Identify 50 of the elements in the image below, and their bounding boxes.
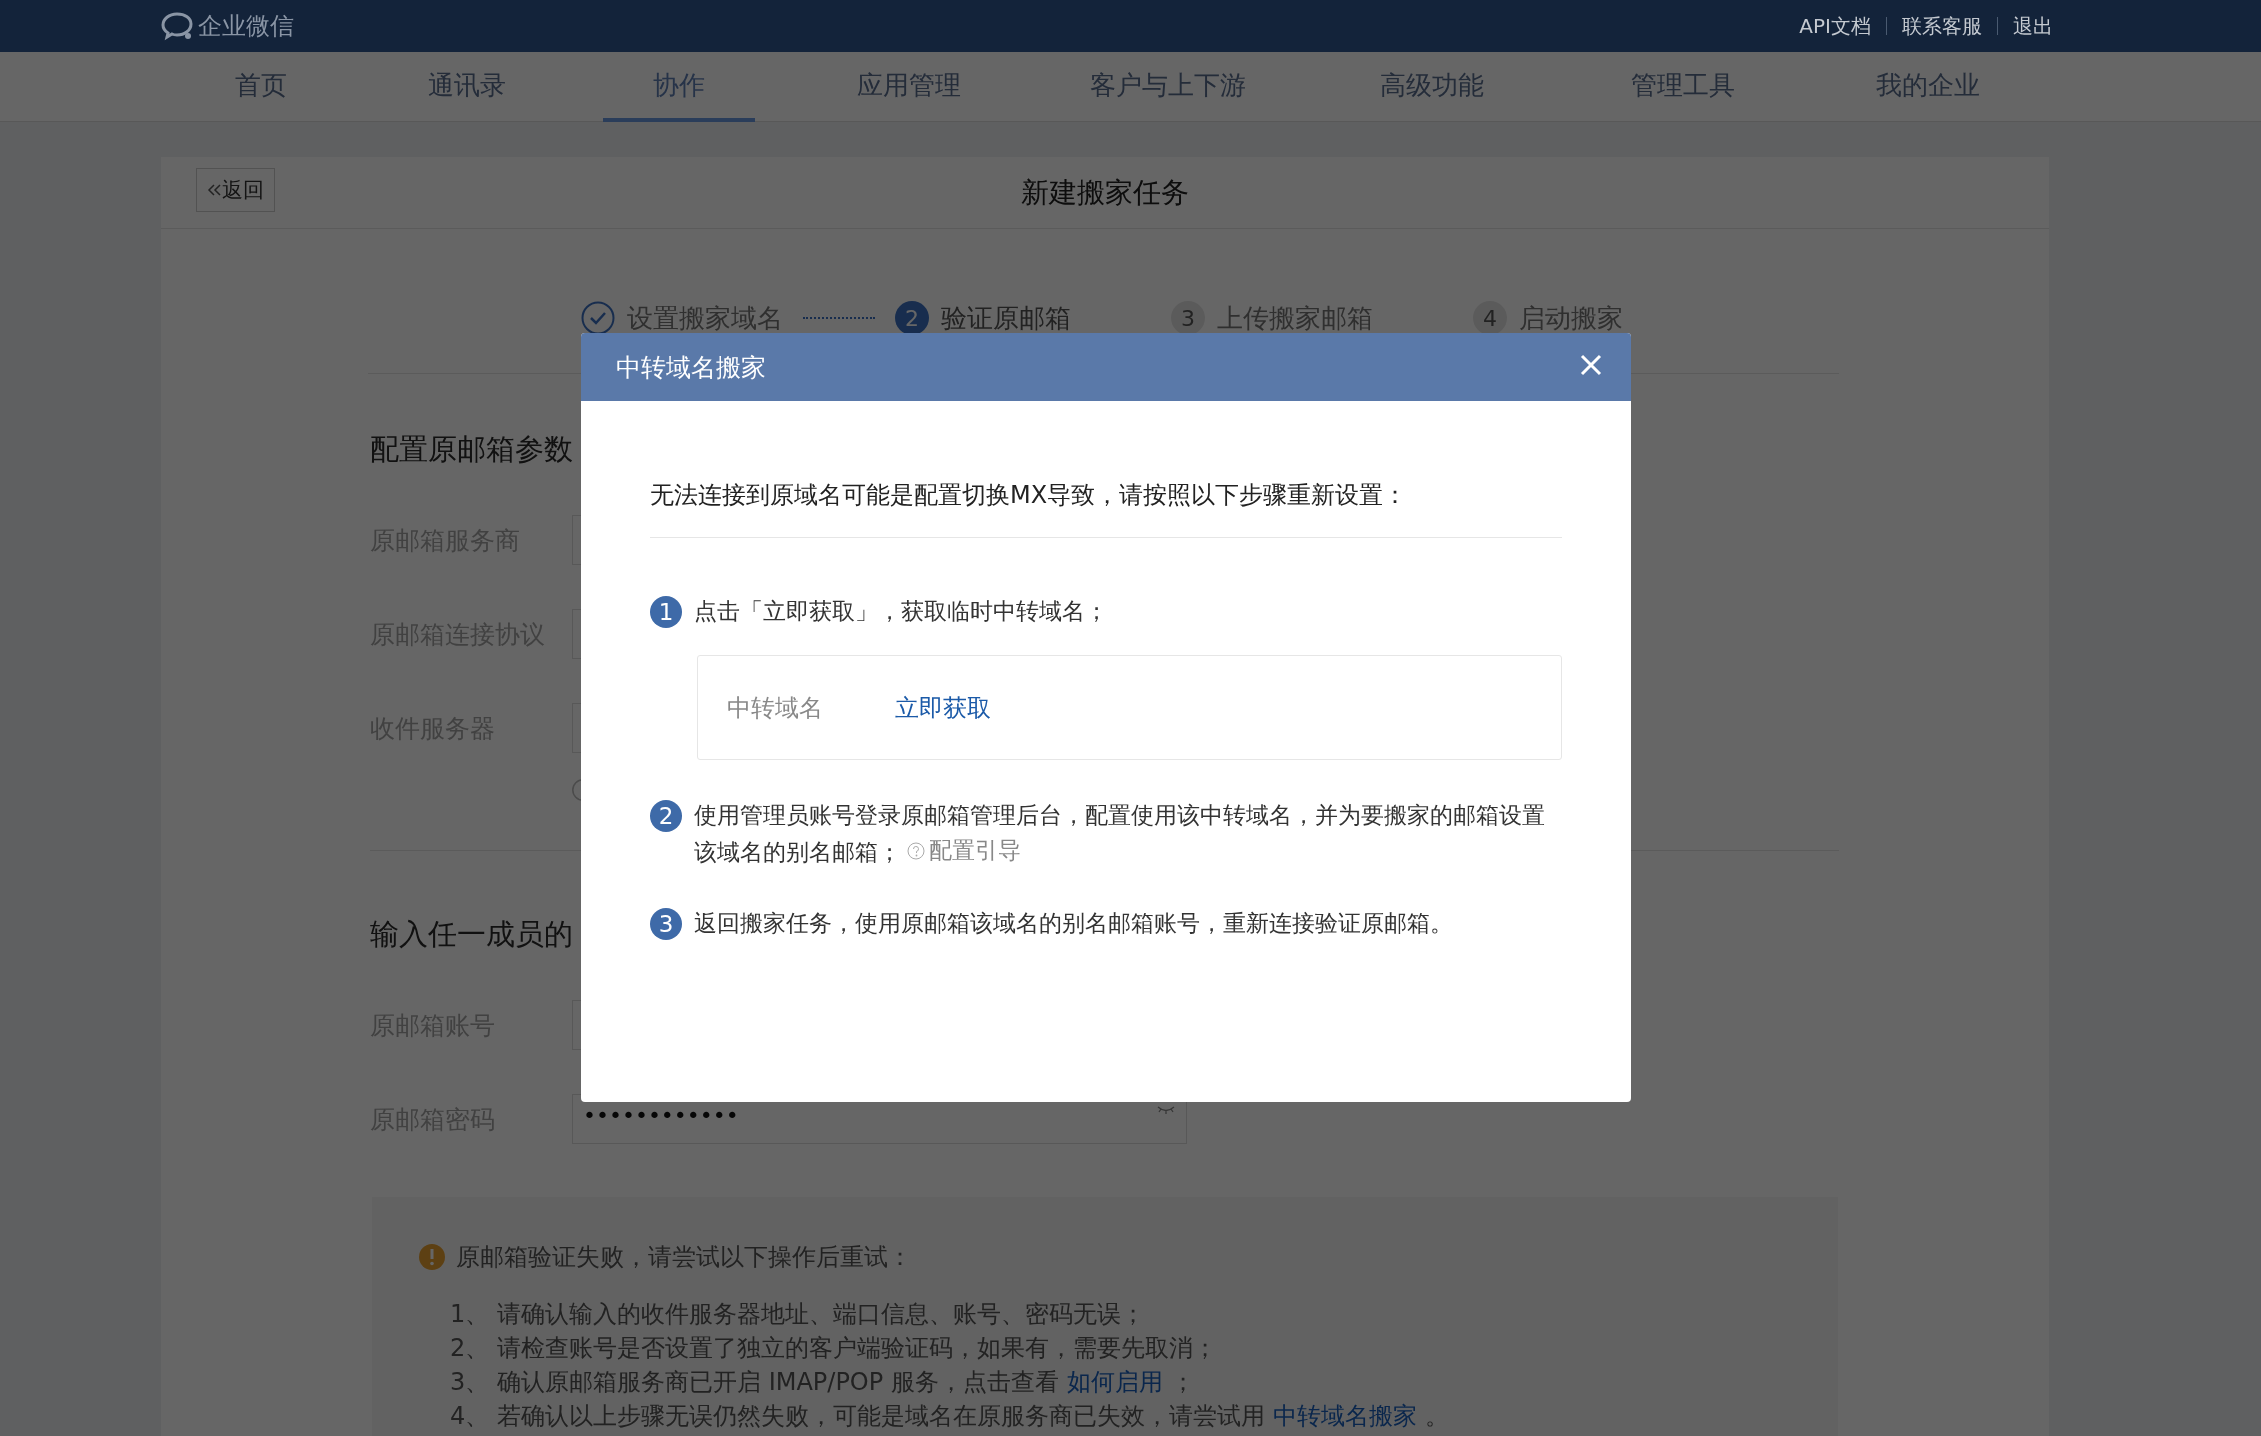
dialog-title: 中转域名搬家 (616, 351, 766, 384)
nav-tab[interactable]: 客户与上下游 (1039, 52, 1296, 122)
nav-tab[interactable]: 首页 (185, 52, 337, 122)
step-text: 返回搬家任务，使用原邮箱该域名的别名邮箱账号，重新连接验证原邮箱。 (694, 908, 1454, 938)
header-link[interactable]: API文档 (1799, 12, 1871, 40)
step-number: 3 (650, 907, 682, 940)
nav-tab[interactable]: 管理工具 (1580, 52, 1785, 122)
question-circle-icon (907, 841, 925, 860)
warning-icon (418, 1243, 446, 1271)
step-number: 2 (650, 800, 682, 832)
header-link[interactable]: 退出 (2013, 12, 2053, 40)
step-number: 4 (1473, 301, 1507, 335)
step-number: 2 (895, 301, 929, 335)
list-number: 3、 (449, 1367, 491, 1398)
chat-bubble-icon (160, 10, 194, 42)
nav-tab[interactable]: 高级功能 (1329, 52, 1534, 122)
notice-text: 确认原邮箱服务商已开启 IMAP/POP 服务，点击查看 (497, 1367, 1059, 1398)
section-title: 输入任一成员的 (370, 916, 573, 953)
notice-text: 请检查账号是否设置了独立的客户端验证码，如果有，需要先取消； (497, 1333, 1217, 1364)
password-dots: •••••••••••• (583, 1103, 739, 1128)
header-link[interactable]: 联系客服 (1902, 12, 1982, 40)
nav-tab[interactable]: 通讯录 (378, 52, 556, 122)
notice-text: 若确认以上步骤无误仍然失败，可能是域名在原服务商已失效，请尝试用 (497, 1401, 1265, 1432)
logo-text: 企业微信 (198, 11, 294, 42)
section-title: 配置原邮箱参数 (370, 431, 573, 468)
nav-tab[interactable]: 我的企业 (1825, 52, 2030, 122)
get-now-link[interactable]: 立即获取 (895, 691, 991, 724)
punctuation: ； (1170, 1367, 1195, 1398)
close-icon[interactable] (1579, 353, 1603, 377)
nav-tab[interactable]: 协作 (602, 52, 755, 122)
help-link[interactable]: 如何启用 (1066, 1365, 1163, 1399)
help-link[interactable]: 中转域名搬家 (1273, 1399, 1417, 1433)
step-number: 3 (1171, 301, 1205, 335)
back-button[interactable]: 返回 (196, 168, 275, 212)
list-number: 2、 (449, 1333, 491, 1364)
step-text: 点击「立即获取」，获取临时中转域名； (694, 597, 1109, 626)
guide-link[interactable]: 配置引导 (907, 833, 1021, 868)
punctuation: 。 (1425, 1401, 1449, 1432)
list-number: 1、 (449, 1299, 491, 1330)
relay-label: 中转域名 (727, 692, 824, 724)
double-chevron-left-icon (207, 183, 222, 197)
notice-title: 原邮箱验证失败，请尝试以下操作后重试： (456, 1242, 912, 1273)
step-number: 1 (650, 596, 682, 628)
nav-tab[interactable]: 应用管理 (807, 52, 1011, 122)
step-label: 验证原邮箱 (941, 301, 1071, 335)
step-text: 使用管理员账号登录原邮箱管理后台，配置使用该中转域名，并为要搬家的邮箱设置该域名的别名邮箱； 配置引导 (694, 798, 1556, 870)
list-number: 4、 (449, 1401, 491, 1432)
notice-text: 请确认输入的收件服务器地址、端口信息、账号、密码无误； (497, 1299, 1145, 1330)
dialog-intro: 无法连接到原域名可能是配置切换MX导致，请按照以下步骤重新设置： (650, 480, 1409, 511)
page-title: 新建搬家任务 (1021, 174, 1189, 211)
